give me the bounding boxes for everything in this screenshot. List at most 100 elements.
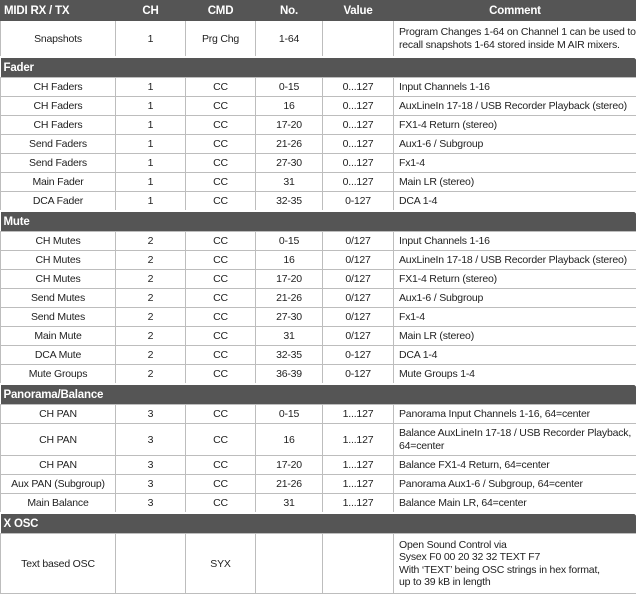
cell-comment: Balance Main LR, 64=center bbox=[393, 493, 636, 514]
cell-function: Mute Groups bbox=[0, 364, 116, 385]
cell-ch: 1 bbox=[115, 20, 186, 58]
cell-no: 32-35 bbox=[255, 191, 323, 212]
cell-no: 32-35 bbox=[255, 345, 323, 365]
cell-function: DCA Mute bbox=[0, 345, 116, 365]
cell-cmd: CC bbox=[185, 153, 256, 173]
cell-ch: 1 bbox=[115, 134, 186, 154]
cell-no: 0-15 bbox=[255, 77, 323, 97]
table-row: CH Mutes 2 CC 16 0/127 AuxLineIn 17-18 / USB … bbox=[0, 250, 636, 270]
cell-no: 31 bbox=[255, 326, 323, 346]
cell-value: 0/127 bbox=[322, 326, 394, 346]
cell-function: CH Faders bbox=[0, 96, 116, 116]
cell-value: 0/127 bbox=[322, 269, 394, 289]
section-title: Fader bbox=[0, 56, 636, 78]
cell-comment: Panorama Input Channels 1-16, 64=center bbox=[393, 404, 636, 424]
cell-comment: Input Channels 1-16 bbox=[393, 231, 636, 251]
cell-comment: Balance FX1-4 Return, 64=center bbox=[393, 455, 636, 475]
cell-function: Snapshots bbox=[0, 20, 116, 58]
section-title: Mute bbox=[0, 210, 636, 232]
cell-value: 0...127 bbox=[322, 115, 394, 135]
cell-value bbox=[322, 533, 394, 594]
cell-ch: 3 bbox=[115, 493, 186, 514]
table-row: Mute Groups 2 CC 36-39 0-127 Mute Groups 1-4 bbox=[0, 364, 636, 385]
header-no: No. bbox=[255, 0, 323, 21]
table-row: DCA Mute 2 CC 32-35 0-127 DCA 1-4 bbox=[0, 345, 636, 365]
cell-no: 21-26 bbox=[255, 288, 323, 308]
section-title: X OSC bbox=[0, 512, 636, 534]
cell-comment: DCA 1-4 bbox=[393, 345, 636, 365]
table-row: CH PAN 3 CC 17-20 1...127 Balance FX1-4 Retur… bbox=[0, 455, 636, 475]
cell-value: 0-127 bbox=[322, 345, 394, 365]
cell-comment: FX1-4 Return (stereo) bbox=[393, 269, 636, 289]
cell-ch: 1 bbox=[115, 77, 186, 97]
cell-no: 27-30 bbox=[255, 307, 323, 327]
table-row: CH PAN 3 CC 0-15 1...127 Panorama Input Chann… bbox=[0, 404, 636, 424]
cell-no: 27-30 bbox=[255, 153, 323, 173]
cell-cmd: CC bbox=[185, 77, 256, 97]
cell-ch: 2 bbox=[115, 269, 186, 289]
cell-function: CH PAN bbox=[0, 423, 116, 456]
cell-value: 0...127 bbox=[322, 153, 394, 173]
cell-no: 1-64 bbox=[255, 20, 323, 58]
table-row: Main Balance 3 CC 31 1...127 Balance Main LR,… bbox=[0, 493, 636, 514]
table-body: Snapshots 1 Prg Chg 1-64 Program Changes 1-6… bbox=[0, 20, 636, 594]
cell-comment: DCA 1-4 bbox=[393, 191, 636, 212]
cell-function: CH PAN bbox=[0, 455, 116, 475]
cell-function: Send Faders bbox=[0, 153, 116, 173]
cell-ch: 2 bbox=[115, 307, 186, 327]
cell-comment: Main LR (stereo) bbox=[393, 326, 636, 346]
table-row: Snapshots 1 Prg Chg 1-64 Program Changes 1-6… bbox=[0, 20, 636, 58]
cell-value: 0...127 bbox=[322, 96, 394, 116]
cell-function: CH Mutes bbox=[0, 250, 116, 270]
cell-cmd: CC bbox=[185, 288, 256, 308]
cell-no: 0-15 bbox=[255, 404, 323, 424]
cell-ch: 1 bbox=[115, 115, 186, 135]
cell-no: 17-20 bbox=[255, 269, 323, 289]
cell-comment: Open Sound Control via Sysex F0 00 20 32… bbox=[393, 533, 636, 594]
header-comment: Comment bbox=[393, 0, 636, 21]
cell-cmd: CC bbox=[185, 172, 256, 192]
header-midi-rx-tx: MIDI RX / TX bbox=[0, 0, 116, 21]
cell-cmd: CC bbox=[185, 423, 256, 456]
cell-no: 36-39 bbox=[255, 364, 323, 385]
table-row: Text based OSC SYX Open Sound Control via … bbox=[0, 533, 636, 594]
cell-cmd: CC bbox=[185, 404, 256, 424]
cell-function: CH Mutes bbox=[0, 231, 116, 251]
header-row: MIDI RX / TX CH CMD No. Value Comment bbox=[0, 0, 636, 21]
cell-comment: Main LR (stereo) bbox=[393, 172, 636, 192]
cell-cmd: CC bbox=[185, 326, 256, 346]
cell-function: Send Mutes bbox=[0, 307, 116, 327]
cell-comment: Aux1-6 / Subgroup bbox=[393, 288, 636, 308]
cell-value: 1...127 bbox=[322, 493, 394, 514]
cell-function: CH Faders bbox=[0, 115, 116, 135]
table-row: CH Faders 1 CC 16 0...127 AuxLineIn 17-18 / U… bbox=[0, 96, 636, 116]
section-header: Panorama/Balance bbox=[0, 383, 636, 405]
cell-cmd: CC bbox=[185, 345, 256, 365]
cell-ch: 1 bbox=[115, 172, 186, 192]
cell-comment: Input Channels 1-16 bbox=[393, 77, 636, 97]
cell-comment: Fx1-4 bbox=[393, 153, 636, 173]
table-row: Main Mute 2 CC 31 0/127 Main LR (stereo) bbox=[0, 326, 636, 346]
cell-cmd: CC bbox=[185, 96, 256, 116]
table-row: CH Mutes 2 CC 0-15 0/127 Input Channels 1-16 bbox=[0, 231, 636, 251]
cell-value: 0-127 bbox=[322, 364, 394, 385]
cell-ch: 1 bbox=[115, 153, 186, 173]
cell-no: 16 bbox=[255, 96, 323, 116]
midi-implementation-table: MIDI RX / TX CH CMD No. Value Comment Sn… bbox=[0, 0, 636, 594]
cell-value: 1...127 bbox=[322, 455, 394, 475]
cell-function: CH Mutes bbox=[0, 269, 116, 289]
cell-comment: AuxLineIn 17-18 / USB Recorder Playback … bbox=[393, 250, 636, 270]
section-header: Fader bbox=[0, 56, 636, 78]
cell-value: 1...127 bbox=[322, 404, 394, 424]
cell-function: Text based OSC bbox=[0, 533, 116, 594]
cell-ch: 1 bbox=[115, 191, 186, 212]
cell-function: Aux PAN (Subgroup) bbox=[0, 474, 116, 494]
cell-ch: 2 bbox=[115, 231, 186, 251]
cell-ch: 3 bbox=[115, 474, 186, 494]
cell-cmd: SYX bbox=[185, 533, 256, 594]
cell-no: 21-26 bbox=[255, 134, 323, 154]
cell-ch: 2 bbox=[115, 345, 186, 365]
section-title: Panorama/Balance bbox=[0, 383, 636, 405]
cell-ch: 2 bbox=[115, 364, 186, 385]
cell-cmd: CC bbox=[185, 115, 256, 135]
